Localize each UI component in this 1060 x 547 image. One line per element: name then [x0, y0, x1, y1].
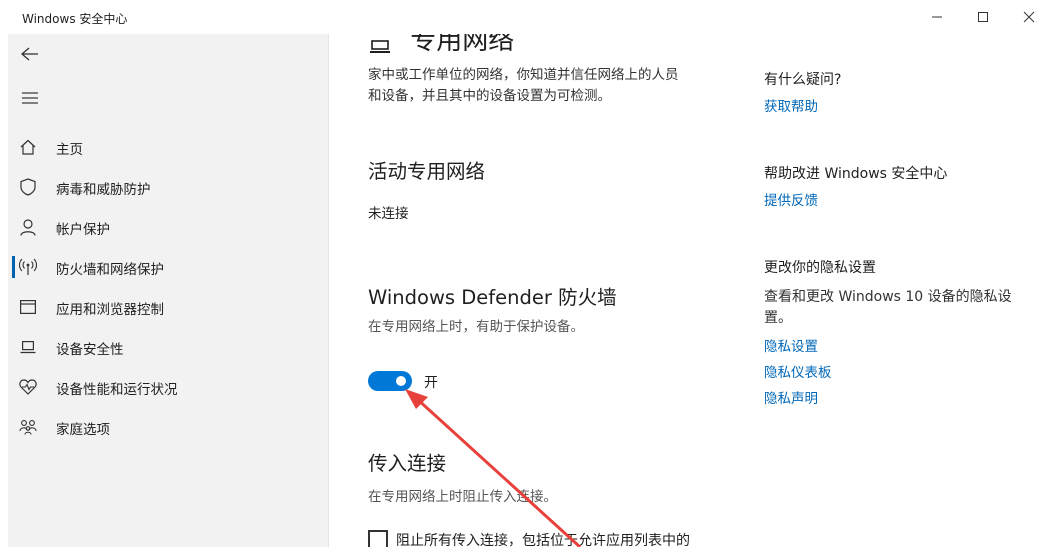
sidebar-item-label: 设备性能和运行状况: [56, 382, 178, 398]
privacy-description: 查看和更改 Windows 10 设备的隐私设置。: [764, 289, 1012, 326]
hamburger-icon: [22, 92, 38, 104]
page-description-line-1: 家中或工作单位的网络，你知道并信任网络上的人员: [368, 67, 679, 83]
sidebar-item-family-options[interactable]: 家庭选项: [8, 406, 328, 446]
sidebar-item-label: 防火墙和网络保护: [56, 262, 164, 278]
active-indicator: [12, 256, 15, 278]
firewall-description: 在专用网络上时，有助于保护设备。: [368, 319, 584, 335]
incoming-connections-title: 传入连接: [368, 452, 447, 475]
browser-window-icon: [19, 298, 37, 316]
page-description-line-2: 和设备，并且其中的设备设置为可检测。: [368, 88, 611, 104]
feedback-link[interactable]: 提供反馈: [764, 189, 818, 209]
menu-button[interactable]: [18, 86, 42, 110]
sidebar-item-label: 设备安全性: [56, 342, 124, 358]
toggle-knob: [396, 376, 406, 386]
active-networks-value: 未连接: [368, 206, 409, 222]
incoming-connections-description: 在专用网络上时阻止传入连接。: [368, 489, 557, 505]
title-bar: Windows 安全中心: [0, 0, 1060, 34]
block-incoming-checkbox[interactable]: [368, 530, 388, 547]
heart-pulse-icon: [19, 378, 37, 396]
close-icon: [1023, 11, 1035, 23]
laptop-icon: [19, 338, 37, 356]
privacy-title: 更改你的隐私设置: [764, 260, 876, 276]
questions-title: 有什么疑问?: [764, 72, 842, 88]
wifi-antenna-icon: [19, 258, 37, 276]
sidebar-item-firewall[interactable]: 防火墙和网络保护: [8, 246, 328, 286]
sidebar-item-label: 主页: [56, 142, 83, 158]
sidebar-item-account-protection[interactable]: 帐户保护: [8, 206, 328, 246]
sidebar-item-label: 病毒和威胁防护: [56, 182, 151, 198]
person-icon: [19, 218, 37, 236]
privacy-statement-link[interactable]: 隐私声明: [764, 387, 818, 407]
close-button[interactable]: [1006, 0, 1052, 34]
maximize-icon: [978, 12, 988, 22]
window-title: Windows 安全中心: [22, 12, 128, 26]
minimize-icon: [932, 16, 942, 18]
family-icon: [19, 418, 37, 436]
privacy-settings-link[interactable]: 隐私设置: [764, 335, 818, 355]
sidebar-item-label: 帐户保护: [56, 222, 110, 238]
improve-title: 帮助改进 Windows 安全中心: [764, 166, 948, 182]
active-networks-title: 活动专用网络: [368, 160, 486, 183]
sidebar-item-app-browser-control[interactable]: 应用和浏览器控制: [8, 286, 328, 326]
main-content: 专用网络 家中或工作单位的网络，你知道并信任网络上的人员 和设备，并且其中的设备…: [329, 34, 1060, 547]
sidebar-item-virus-protection[interactable]: 病毒和威胁防护: [8, 166, 328, 206]
maximize-button[interactable]: [960, 0, 1006, 34]
firewall-toggle-state: 开: [424, 375, 438, 391]
sidebar-item-label: 家庭选项: [56, 422, 110, 438]
back-button[interactable]: [18, 42, 42, 66]
network-icon: [368, 34, 392, 53]
privacy-dashboard-link[interactable]: 隐私仪表板: [764, 361, 832, 381]
firewall-title: Windows Defender 防火墙: [368, 286, 617, 309]
block-incoming-label: 阻止所有传入连接，包括位于允许应用列表中的: [396, 533, 690, 547]
sidebar-item-label: 应用和浏览器控制: [56, 302, 164, 318]
sidebar-item-device-security[interactable]: 设备安全性: [8, 326, 328, 366]
sidebar: 主页 病毒和威胁防护 帐户保护 防火墙和网络保护 应用和浏览器控制 设备安全性: [8, 34, 329, 547]
minimize-button[interactable]: [914, 0, 960, 34]
sidebar-item-home[interactable]: 主页: [8, 126, 328, 166]
shield-icon: [19, 178, 37, 196]
get-help-link[interactable]: 获取帮助: [764, 95, 818, 115]
back-arrow-icon: [21, 47, 38, 61]
firewall-toggle[interactable]: [368, 371, 412, 391]
page-title: 专用网络: [368, 34, 514, 57]
home-icon: [19, 138, 37, 156]
sidebar-item-device-health[interactable]: 设备性能和运行状况: [8, 366, 328, 406]
